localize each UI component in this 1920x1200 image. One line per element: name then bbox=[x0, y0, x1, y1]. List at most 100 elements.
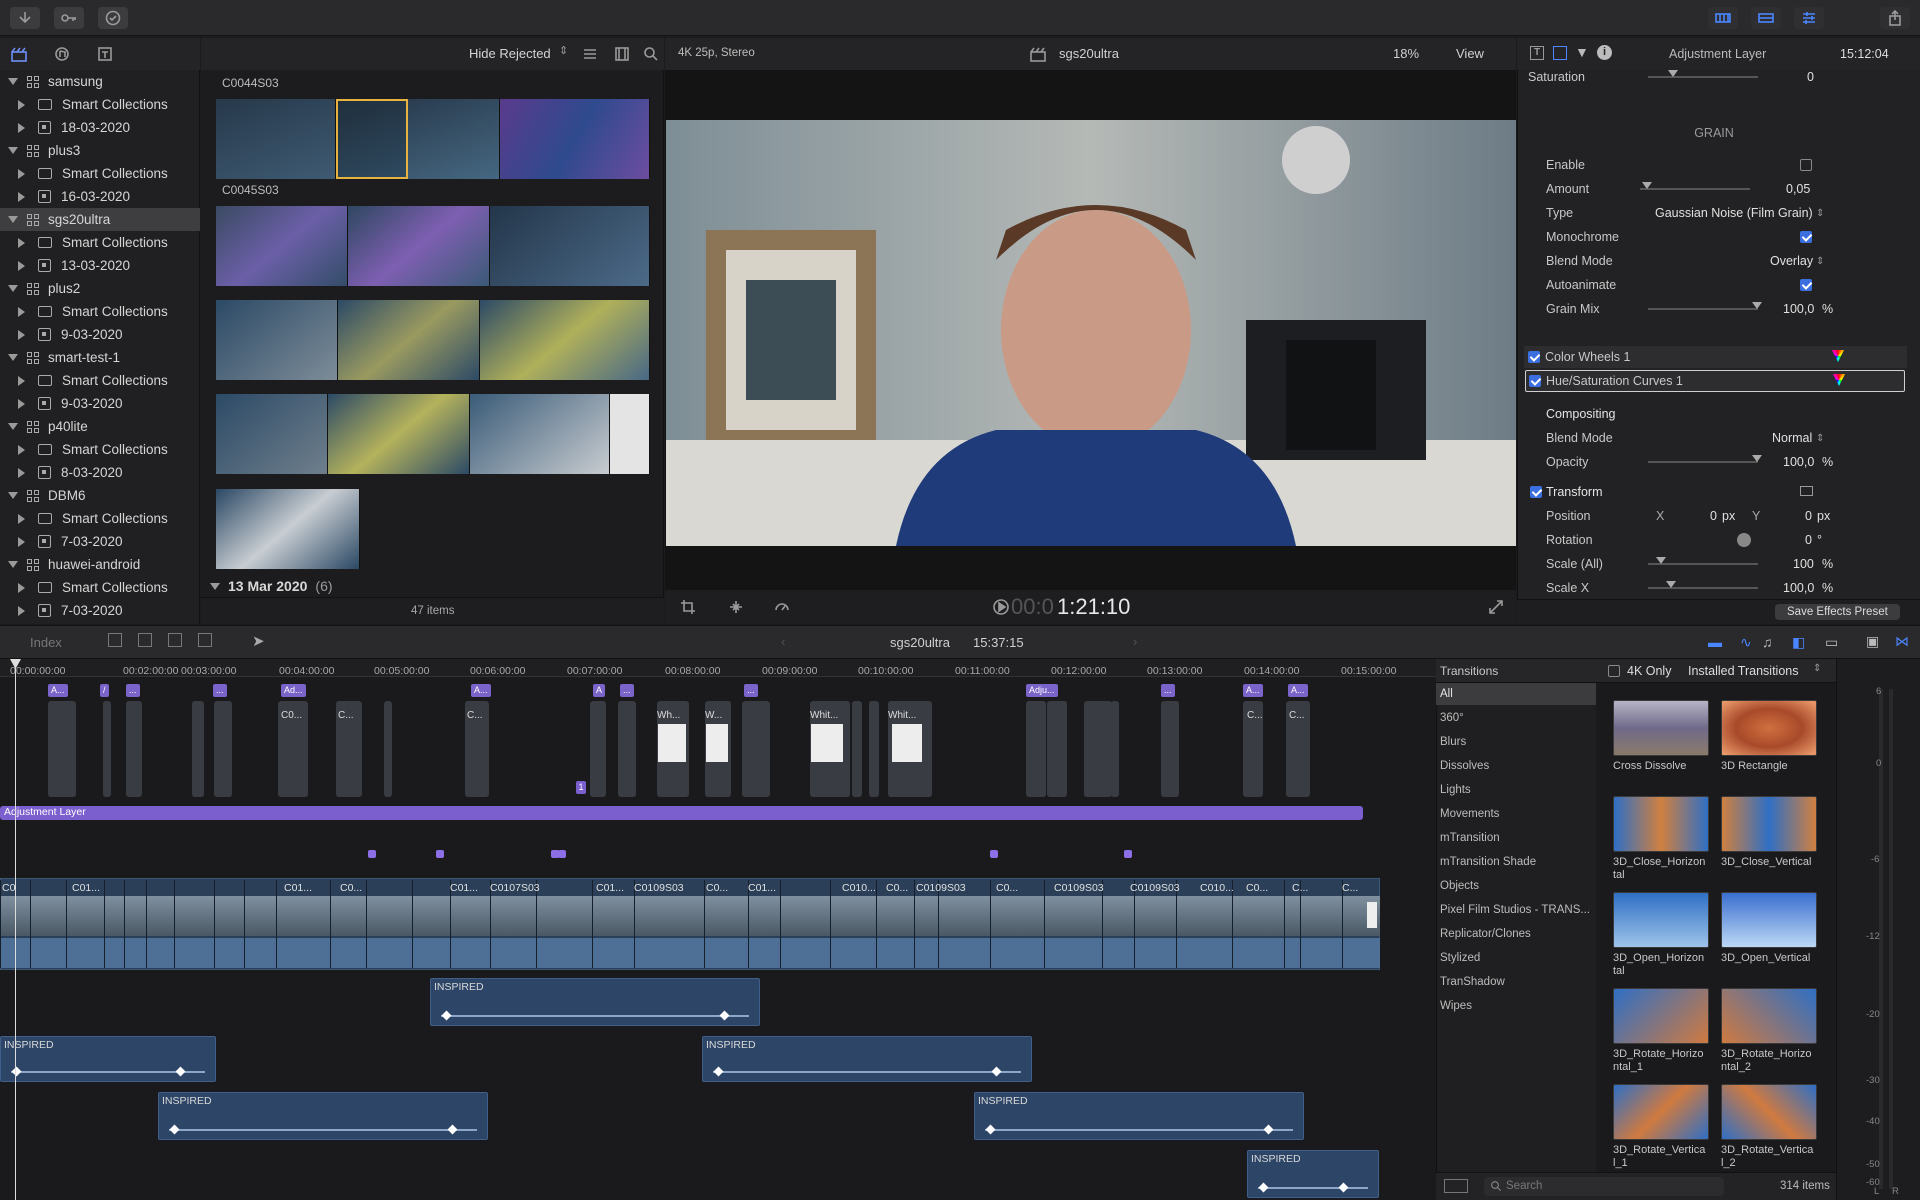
show-inspector-button[interactable] bbox=[1794, 7, 1824, 29]
filmstrip-clip[interactable] bbox=[216, 300, 650, 380]
storyline-clip[interactable] bbox=[214, 880, 244, 968]
headphones-icon[interactable]: ♫ bbox=[1762, 634, 1773, 650]
transition-thumbnail[interactable] bbox=[1613, 892, 1709, 948]
disclosure-triangle-icon[interactable] bbox=[8, 78, 18, 85]
connected-clip-tag[interactable]: / bbox=[100, 684, 109, 697]
keyframe-marker[interactable] bbox=[368, 850, 376, 858]
enable-checkbox[interactable] bbox=[1800, 159, 1812, 171]
transition-category[interactable]: Blurs bbox=[1436, 731, 1596, 753]
library-item[interactable]: Smart Collections bbox=[0, 300, 200, 323]
onscreen-control-icon[interactable] bbox=[1800, 486, 1813, 496]
library-item[interactable]: plus2 bbox=[0, 277, 200, 300]
connected-clip-tag[interactable]: A bbox=[593, 684, 606, 697]
connected-clip[interactable] bbox=[1161, 701, 1179, 797]
volume-keyframe[interactable] bbox=[447, 1124, 458, 1135]
disclosure-triangle-icon[interactable] bbox=[18, 99, 25, 110]
filmstrip-clip[interactable] bbox=[216, 206, 650, 286]
scale-all-value[interactable]: 100 bbox=[1793, 557, 1814, 571]
volume-keyframe[interactable] bbox=[1338, 1182, 1349, 1193]
scale-x-value[interactable]: 100,0 bbox=[1783, 581, 1814, 595]
keyframe-marker[interactable] bbox=[558, 850, 566, 858]
connected-clip-tag[interactable]: ... bbox=[126, 684, 140, 697]
connected-clip[interactable] bbox=[214, 701, 232, 797]
search-icon[interactable] bbox=[642, 45, 660, 63]
disclosure-triangle-icon[interactable] bbox=[8, 285, 18, 292]
transition-thumbnail[interactable] bbox=[1613, 796, 1709, 852]
volume-keyframe[interactable] bbox=[441, 1010, 452, 1021]
disclosure-triangle-icon[interactable] bbox=[8, 561, 18, 568]
play-icon[interactable] bbox=[992, 598, 1010, 616]
volume-line[interactable] bbox=[713, 1071, 1021, 1073]
zoom-menu[interactable]: 18% bbox=[1393, 46, 1419, 61]
volume-keyframe[interactable] bbox=[991, 1066, 1002, 1077]
storyline-clip[interactable] bbox=[780, 880, 830, 968]
audio-clip[interactable]: INSPIRED bbox=[702, 1036, 1032, 1082]
storyline-clip[interactable] bbox=[146, 880, 174, 968]
transition-thumbnail[interactable] bbox=[1721, 700, 1817, 756]
transition-category[interactable]: Pixel Film Studios - TRANS... bbox=[1436, 899, 1596, 921]
library-item[interactable]: samsung bbox=[0, 70, 200, 93]
connected-clip[interactable] bbox=[618, 701, 636, 797]
connected-clip[interactable] bbox=[192, 701, 204, 797]
transition-category[interactable]: Lights bbox=[1436, 779, 1596, 801]
connected-clip[interactable] bbox=[48, 701, 76, 797]
storyline-clip[interactable] bbox=[366, 880, 412, 968]
keyframe-marker[interactable] bbox=[990, 850, 998, 858]
connect-clip-icon[interactable] bbox=[108, 633, 122, 647]
connected-clip-tag[interactable]: Adju... bbox=[1026, 684, 1058, 697]
show-timeline-button[interactable] bbox=[1751, 7, 1781, 29]
disclosure-triangle-icon[interactable] bbox=[18, 191, 25, 202]
disclosure-triangle-icon[interactable] bbox=[8, 147, 18, 154]
share-button[interactable] bbox=[1880, 7, 1910, 29]
connected-clip[interactable] bbox=[384, 701, 392, 797]
monochrome-checkbox[interactable] bbox=[1800, 231, 1812, 243]
view-menu[interactable]: View bbox=[1456, 46, 1484, 61]
connected-clip[interactable] bbox=[1026, 701, 1046, 797]
disclosure-triangle-icon[interactable] bbox=[18, 237, 25, 248]
transform-icon[interactable] bbox=[727, 598, 745, 616]
color-wheels-row[interactable]: Color Wheels 1 bbox=[1524, 346, 1907, 368]
library-item[interactable]: Smart Collections bbox=[0, 231, 200, 254]
connected-clip-tag[interactable]: A... bbox=[471, 684, 491, 697]
volume-keyframe[interactable] bbox=[713, 1066, 724, 1077]
amount-slider[interactable] bbox=[1640, 182, 1750, 190]
saturation-value[interactable]: 0 bbox=[1807, 70, 1814, 84]
connected-clip-tag[interactable]: A... bbox=[48, 684, 68, 697]
transition-category[interactable]: Replicator/Clones bbox=[1436, 923, 1596, 945]
audio-clip[interactable]: INSPIRED bbox=[0, 1036, 216, 1082]
keywords-button[interactable] bbox=[54, 7, 84, 29]
connected-clip-tag[interactable]: A... bbox=[1288, 684, 1308, 697]
disclosure-triangle-icon[interactable] bbox=[18, 329, 25, 340]
video-inspector-icon[interactable] bbox=[1553, 46, 1567, 60]
volume-keyframe[interactable] bbox=[1263, 1124, 1274, 1135]
crop-icon[interactable] bbox=[679, 598, 697, 616]
library-item[interactable]: p40lite bbox=[0, 415, 200, 438]
audio-clip[interactable]: INSPIRED bbox=[430, 978, 760, 1026]
volume-line[interactable] bbox=[441, 1015, 749, 1017]
library-item[interactable]: plus3 bbox=[0, 139, 200, 162]
append-clip-icon[interactable] bbox=[168, 633, 182, 647]
storyline-clip[interactable] bbox=[124, 880, 146, 968]
blend-popup[interactable]: Overlay bbox=[1770, 254, 1813, 268]
filter-menu[interactable]: Hide Rejected bbox=[469, 46, 551, 61]
transition-category[interactable]: All bbox=[1436, 683, 1596, 705]
scale-all-slider[interactable] bbox=[1648, 557, 1758, 565]
disclosure-triangle-icon[interactable] bbox=[18, 605, 25, 616]
type-popup[interactable]: Gaussian Noise (Film Grain) bbox=[1655, 206, 1813, 220]
clapper-icon[interactable] bbox=[10, 45, 28, 63]
connected-clip[interactable] bbox=[852, 701, 862, 797]
audio-waveform-icon[interactable]: ∿ bbox=[1740, 634, 1752, 651]
marker-badge[interactable]: 1 bbox=[576, 781, 586, 794]
disclosure-triangle-icon[interactable] bbox=[18, 467, 25, 478]
installed-transitions-menu[interactable]: Installed Transitions bbox=[1688, 664, 1798, 678]
library-item[interactable]: Smart Collections bbox=[0, 438, 200, 461]
transition-category[interactable]: mTransition bbox=[1436, 827, 1596, 849]
library-item[interactable]: Smart Collections bbox=[0, 576, 200, 599]
transition-thumbnail[interactable] bbox=[1613, 700, 1709, 756]
pointer-tool-icon[interactable]: ➤ bbox=[252, 632, 265, 650]
insert-clip-icon[interactable] bbox=[138, 633, 152, 647]
connected-clip[interactable] bbox=[594, 701, 602, 797]
position-x-value[interactable]: 0 bbox=[1710, 509, 1717, 523]
storyline-clip[interactable] bbox=[244, 880, 276, 968]
fullscreen-icon[interactable] bbox=[1487, 598, 1505, 616]
